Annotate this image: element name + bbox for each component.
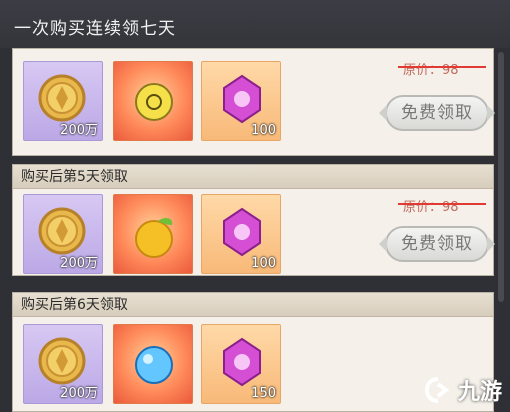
reward-qty: 200万 xyxy=(60,256,98,271)
page-title: 一次购买连续领七天 xyxy=(14,19,176,39)
reward-slot-yellow-orb[interactable] xyxy=(113,61,193,141)
reward-card-1: 200万 100 原价：98 免费领取 xyxy=(12,48,495,156)
card-header: 购买后第5天领取 xyxy=(13,165,493,189)
reward-slot-gold-coin[interactable]: 200万 xyxy=(23,324,103,404)
original-price: 原价：98 xyxy=(403,200,459,215)
reward-card-2: 购买后第5天领取 200万 100 原价：98 免费领取 xyxy=(12,164,495,276)
reward-slot-gold-coin[interactable]: 200万 xyxy=(23,61,103,141)
reward-slot-purple-gem[interactable]: 150 xyxy=(201,324,281,404)
card-header: 购买后第6天领取 xyxy=(13,293,493,317)
free-claim-button[interactable]: 免费领取 xyxy=(379,226,495,262)
reward-card-3: 购买后第6天领取 200万 150 xyxy=(12,292,494,412)
reward-slot-purple-gem[interactable]: 100 xyxy=(201,194,281,274)
reward-qty: 100 xyxy=(251,256,276,271)
reward-slot-blue-orb[interactable] xyxy=(113,324,193,404)
reward-card-2-body: 200万 100 原价：98 免费领取 xyxy=(13,190,495,275)
reward-slot-golden-fruit[interactable] xyxy=(113,194,193,274)
golden-fruit-icon xyxy=(135,218,173,258)
reward-card-1-body: 200万 100 原价：98 免费领取 xyxy=(13,49,495,155)
original-price: 原价：98 xyxy=(403,63,459,78)
price-strikethrough xyxy=(398,203,486,205)
reward-qty: 200万 xyxy=(60,123,98,138)
reward-qty: 150 xyxy=(251,386,276,401)
free-claim-button[interactable]: 免费领取 xyxy=(379,95,495,131)
reward-qty: 200万 xyxy=(60,386,98,401)
blue-orb-icon xyxy=(135,346,173,384)
reward-slot-purple-gem[interactable]: 100 xyxy=(201,61,281,141)
scrollbar[interactable] xyxy=(498,52,504,302)
top-bar: 一次购买连续领七天 xyxy=(0,0,510,48)
reward-slot-gold-coin[interactable]: 200万 xyxy=(23,194,103,274)
ninegame-logo-icon xyxy=(424,377,450,403)
price-strikethrough xyxy=(398,66,486,68)
watermark-text: 九游 xyxy=(457,380,502,405)
reward-qty: 100 xyxy=(251,123,276,138)
yellow-orb-icon xyxy=(135,83,173,121)
reward-card-3-body: 200万 150 xyxy=(13,318,493,411)
site-watermark: 九游 xyxy=(424,374,502,406)
